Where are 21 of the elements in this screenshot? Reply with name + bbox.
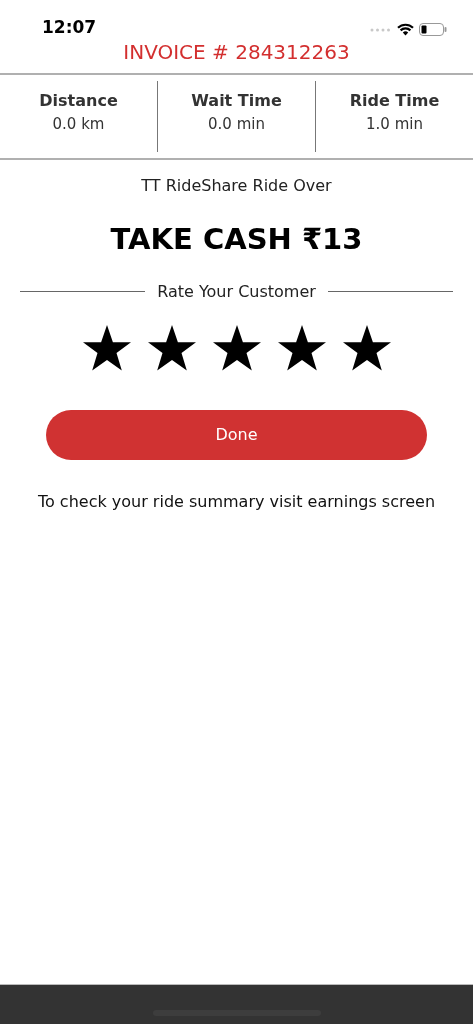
filled-star-icon[interactable] — [146, 323, 197, 372]
stat-label: Ride Time — [349, 90, 440, 112]
filled-star-icon[interactable] — [276, 323, 327, 372]
stat-value: 0.0 km — [52, 114, 105, 135]
ride-status-text: TT RideShare Ride Over — [141, 175, 332, 197]
stat-value: 0.0 min — [208, 114, 265, 135]
done-button[interactable]: Done — [46, 409, 427, 460]
info-text: To check your ride summary visit earnings screen — [37, 490, 436, 513]
rating-label: Rate Your Customer — [157, 280, 316, 303]
filled-star-icon[interactable] — [341, 323, 392, 372]
stat-value: 1.0 min — [366, 114, 423, 135]
filled-star-icon[interactable] — [211, 323, 262, 372]
invoice-title: INVOICE # 284312263 — [123, 39, 350, 66]
cash-amount: TAKE CASH ₹13 — [110, 221, 363, 258]
wifi-icon — [397, 23, 414, 36]
battery-icon — [419, 23, 447, 36]
stat-label: Wait Time — [191, 90, 282, 112]
status-time: 12:07 — [42, 19, 97, 36]
filled-star-icon[interactable] — [81, 323, 132, 372]
signal-icon — [370, 27, 392, 32]
stat-label: Distance — [39, 90, 118, 112]
